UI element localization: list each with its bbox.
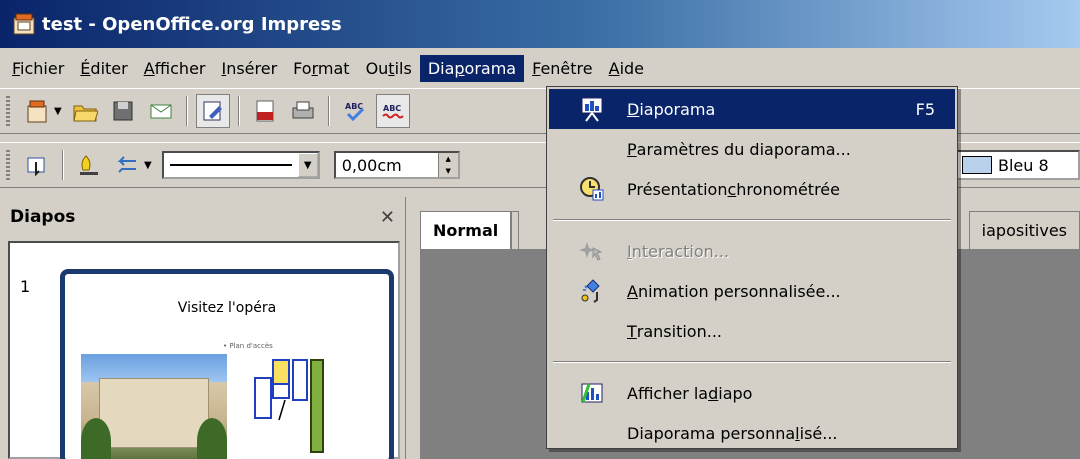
menu-inserer[interactable]: Insérer [213,55,285,82]
menu-outils[interactable]: Outils [358,55,420,82]
print-button[interactable] [286,94,320,128]
toolbar-grip[interactable] [6,96,10,126]
slides-list[interactable]: 1 Visitez l'opéra • Plan d'accès [8,241,400,459]
arrow-style-dropdown-icon[interactable]: ▼ [144,160,152,171]
line-tool-icon [80,155,98,175]
toolbar-grip[interactable] [6,150,10,180]
menu-separator [553,361,951,363]
spellcheck-icon: ABC [345,102,364,122]
menu-format[interactable]: Format [285,55,357,82]
menuitem-diaporama[interactable]: Diaporama F5 [549,89,955,129]
autospellcheck-icon: ABC [381,104,404,119]
toolbar-separator [237,96,240,126]
show-slide-icon [579,380,605,406]
spellcheck-button[interactable]: ABC [338,94,372,128]
spin-up-icon: ▲ [445,155,451,163]
arrow-style-button[interactable] [110,148,144,182]
autospellcheck-button[interactable]: ABC [375,94,410,128]
pdf-icon [256,100,274,122]
spin-down-icon: ▼ [445,167,451,175]
slide-number: 1 [20,277,31,296]
menu-afficher[interactable]: Afficher [136,55,214,82]
menu-aide[interactable]: Aide [601,55,652,82]
toolbar-separator [327,96,330,126]
svg-text:ABC: ABC [383,104,401,113]
save-button[interactable] [106,94,140,128]
open-button[interactable] [68,94,102,128]
line-style-select[interactable]: ▼ [161,151,320,179]
menu-fichier[interactable]: Fichier [4,55,72,82]
tree-left [81,418,111,459]
email-button[interactable] [144,94,178,128]
toolbar-separator [62,150,64,180]
menuitem-presentation-chronometree[interactable]: Présentation c hronométrée [549,169,955,209]
diaporama-dropdown-menu: Diaporama F5 Paramètres du diaporama... … [546,86,958,449]
open-folder-icon [73,105,98,122]
menuitem-parametres-diaporama[interactable]: Paramètres du diaporama... [549,129,955,169]
line-button[interactable] [72,148,106,182]
close-icon[interactable]: ✕ [380,207,395,228]
edit-file-icon [203,101,222,121]
menu-editer[interactable]: Éditer [72,55,135,82]
export-pdf-button[interactable] [248,94,282,128]
tab-slide-sorter[interactable]: iapositives [968,211,1080,249]
line-style-preview [169,164,292,166]
menu-separator [553,219,951,221]
menu-fenetre[interactable]: Fenêtre [524,55,601,82]
menuitem-animation-personnalisee[interactable]: Animation personnalisée... [549,271,955,311]
impress-app-icon [12,12,36,36]
printer-icon [292,101,314,119]
save-icon [113,101,133,121]
menuitem-afficher-diapo[interactable]: Afficher la d iapo [549,373,955,413]
menu-bar: Fichier Éditer Afficher Insérer Format O… [0,48,1080,88]
edit-file-button[interactable] [195,94,230,128]
tree-right [197,418,227,459]
menu-diaporama[interactable]: Diaporama [419,54,525,82]
slides-panel-header: Diapos ✕ [0,197,405,237]
slide-thumb-bullet: • Plan d'accès [223,342,273,350]
chevron-down-icon[interactable]: ▼ [297,153,318,177]
title-bar: test - OpenOffice.org Impress [0,0,1080,48]
menuitem-shortcut: F5 [915,99,935,119]
new-dropdown-arrow-icon[interactable]: ▼ [54,106,62,117]
toolbar-separator [185,96,188,126]
line-width-spinner[interactable]: 0,00cm ▲ ▼ [333,151,460,179]
area-color-swatch [962,156,992,174]
area-color-value: Bleu 8 [998,155,1049,175]
slides-panel-title: Diapos [10,207,76,227]
rehearse-timings-icon [579,176,605,202]
slide-thumbnail[interactable]: Visitez l'opéra • Plan d'accès [60,269,394,459]
tab-normal[interactable]: Normal [420,211,512,249]
custom-animation-icon [579,278,605,304]
arrow-style-icon [117,156,136,173]
area-color-select[interactable]: Bleu 8 [956,150,1080,180]
menuitem-transition[interactable]: Transition... [549,311,955,351]
line-width-value: 0,00cm [341,155,402,175]
menuitem-interaction: Interaction... [549,231,955,271]
access-map-diagram [254,359,324,453]
window-title: test - OpenOffice.org Impress [42,13,342,35]
spinner-arrows[interactable]: ▲ ▼ [437,153,458,177]
slideshow-icon [579,96,605,122]
menuitem-diaporama-personnalise[interactable]: Diaporama personna l isé... [549,413,955,453]
opera-photo [81,354,227,459]
opera-facade [99,378,209,448]
styles-icon [27,157,45,177]
slides-panel: Diapos ✕ 1 Visitez l'opéra • Plan d'accè… [0,197,406,459]
tab-outline[interactable] [511,211,520,249]
interaction-icon [579,238,605,264]
styles-formatting-button[interactable] [20,148,54,182]
new-document-button[interactable] [20,94,54,128]
slide-thumb-title: Visitez l'opéra [177,300,277,316]
email-icon [150,104,172,119]
new-document-icon [27,100,47,123]
